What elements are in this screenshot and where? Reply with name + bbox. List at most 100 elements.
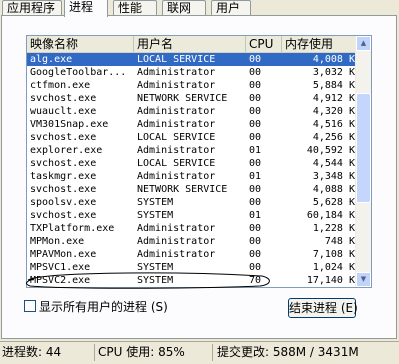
process-memory: 4,912 K [312,93,355,104]
table-row[interactable]: MPMon.exe Administrator 00 748 K [27,235,358,248]
process-user-name: Administrator [137,80,216,91]
table-row[interactable]: svchost.exe LOCAL SERVICE 00 4,256 K [27,131,358,144]
process-cpu: 00 [249,54,262,65]
table-row[interactable]: svchost.exe NETWORK SERVICE 00 4,088 K [27,183,358,196]
show-all-users-label: 显示所有用户的进程 (S) [39,300,168,314]
list-header: 映像名称 用户名 CPU 内存使用 [27,36,358,53]
process-cpu: 00 [249,197,262,208]
process-user-name: NETWORK SERVICE [137,184,228,195]
process-memory: 4,544 K [312,158,355,169]
process-cpu: 00 [249,80,262,91]
status-bar: 进程数: 44 CPU 使用: 85% 提交更改: 588M / 3431M [0,341,399,364]
process-image-name: taskmgr.exe [30,171,97,182]
column-user-name[interactable]: 用户名 [134,36,246,52]
process-image-name: MPSVC1.exe [30,262,91,273]
tab-networking[interactable]: 联网 [162,0,206,16]
table-row[interactable]: MPSVC1.exe SYSTEM 00 1,024 K [27,261,358,274]
column-memory[interactable]: 内存使用 [282,36,358,52]
process-user-name: SYSTEM [137,275,174,286]
process-rows: alg.exe LOCAL SERVICE 00 4,008 K GoogleToolb… [27,53,358,288]
tab-processes[interactable]: 进程 [64,0,108,17]
scroll-up-icon[interactable]: ▲ [356,36,371,51]
process-user-name: SYSTEM [137,210,174,221]
process-user-name: SYSTEM [137,262,174,273]
process-cpu: 00 [249,132,262,143]
process-cpu: 01 [249,210,262,221]
process-memory: 1,228 K [312,223,355,234]
column-cpu[interactable]: CPU [246,36,282,52]
table-row[interactable]: ctfmon.exe Administrator 00 5,884 K [27,79,358,92]
process-image-name: GoogleToolbar... [30,67,127,78]
process-cpu: 00 [249,67,262,78]
tab-applications[interactable]: 应用程序 [2,0,62,16]
process-image-name: TXPlatform.exe [30,223,115,234]
process-image-name: alg.exe [30,54,73,65]
process-memory: 1,496 K [285,287,355,288]
end-process-button[interactable]: 结束进程 (E) [288,298,358,318]
process-image-name: spoolsv.exe [30,197,97,208]
process-image-name: MPAVMon.exe [30,249,97,260]
process-memory: 3,348 K [312,171,355,182]
table-row[interactable]: 1,496 K [27,287,358,288]
process-user-name: LOCAL SERVICE [137,158,216,169]
tab-users[interactable]: 用户 [211,0,251,16]
table-row[interactable]: svchost.exe NETWORK SERVICE 00 4,912 K [27,92,358,105]
scroll-down-icon[interactable]: ▼ [356,272,371,287]
process-cpu: 00 [249,119,262,130]
table-row[interactable]: MPAVMon.exe Administrator 00 7,108 K [27,248,358,261]
process-user-name: Administrator [137,145,216,156]
column-image-name[interactable]: 映像名称 [27,36,134,52]
process-memory: 3,032 K [312,67,355,78]
table-row[interactable]: TXPlatform.exe Administrator 00 1,228 K [27,222,358,235]
process-user-name: Administrator [137,106,216,117]
process-memory: 40,592 K [306,145,355,156]
process-memory: 7,108 K [312,249,355,260]
process-cpu: 01 [249,145,262,156]
show-all-users-checkbox[interactable] [24,300,36,312]
process-user-name: SYSTEM [137,197,174,208]
process-cpu: 00 [249,158,262,169]
process-image-name: ctfmon.exe [30,80,91,91]
process-image-name: svchost.exe [30,158,97,169]
table-row[interactable]: svchost.exe LOCAL SERVICE 00 4,544 K [27,157,358,170]
status-process-count: 进程数: 44 [1,344,95,361]
table-row[interactable]: MPSVC2.exe SYSTEM 70 17,140 K [27,274,358,287]
tab-performance[interactable]: 性能 [113,0,157,16]
process-image-name: wuauclt.exe [30,106,97,117]
process-memory: 4,256 K [312,132,355,143]
process-memory: 4,320 K [312,106,355,117]
process-user-name: Administrator [137,223,216,234]
process-memory: 748 K [324,236,355,247]
process-user-name: Administrator [137,67,216,78]
process-cpu: 00 [249,184,262,195]
process-memory: 60,184 K [306,210,355,221]
table-row[interactable]: VM301Snap.exe Administrator 00 4,516 K [27,118,358,131]
status-cpu-usage: CPU 使用: 85% [97,344,213,361]
process-cpu: 00 [249,249,262,260]
process-image-name: svchost.exe [30,93,97,104]
process-cpu: 00 [249,93,262,104]
process-user-name: LOCAL SERVICE [137,132,216,143]
process-image-name: svchost.exe [30,132,97,143]
process-user-name: Administrator [137,171,216,182]
table-row[interactable]: explorer.exe Administrator 01 40,592 K [27,144,358,157]
table-row[interactable]: taskmgr.exe Administrator 01 3,348 K [27,170,358,183]
process-image-name: svchost.exe [30,184,97,195]
table-row[interactable]: svchost.exe SYSTEM 01 60,184 K [27,209,358,222]
scroll-thumb[interactable] [356,93,371,203]
table-row[interactable]: spoolsv.exe SYSTEM 00 5,628 K [27,196,358,209]
table-row[interactable]: wuauclt.exe Administrator 00 4,320 K [27,105,358,118]
process-user-name: Administrator [137,249,216,260]
process-cpu: 00 [249,262,262,273]
vertical-scrollbar[interactable]: ▲ ▼ [355,36,371,287]
process-cpu: 00 [249,106,262,117]
process-memory: 1,024 K [312,262,355,273]
table-row[interactable]: alg.exe LOCAL SERVICE 00 4,008 K [27,53,358,66]
process-image-name: MPSVC2.exe [30,275,91,286]
process-cpu: 70 [249,275,262,286]
process-list[interactable]: 映像名称 用户名 CPU 内存使用 alg.exe LOCAL SERVICE 00… [26,35,372,288]
process-cpu: 01 [249,171,262,182]
status-commit-charge: 提交更改: 588M / 3431M [217,345,359,359]
process-user-name: LOCAL SERVICE [137,54,216,65]
table-row[interactable]: GoogleToolbar... Administrator 00 3,032 K [27,66,358,79]
